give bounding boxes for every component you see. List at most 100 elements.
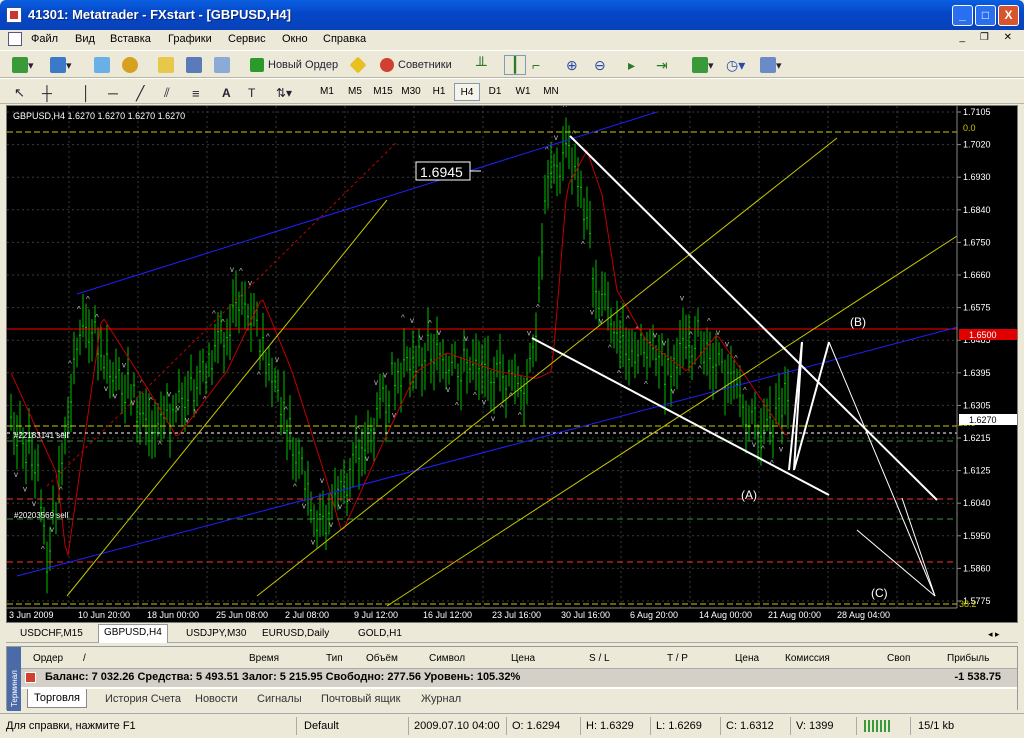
price-chart[interactable]: v v v ^ v ^ ^ ^ ^ ^ v v v v ^ ^ ^ v v v v ^ ^ ^ v ^ v ^ ^ v ^ ^ v v v v v ^ ^ v… bbox=[6, 103, 1018, 623]
terminal-side-label[interactable]: Терминал bbox=[7, 647, 21, 711]
tf-d1[interactable]: D1 bbox=[482, 83, 508, 101]
equidistant-channel-icon[interactable]: ⫽ bbox=[164, 83, 170, 103]
chart-shift-icon[interactable]: ⇥ bbox=[656, 55, 668, 75]
title-bar[interactable]: 41301: Metatrader - FXstart - [GBPUSD,H4… bbox=[0, 0, 1024, 30]
tab-usdchf-m15[interactable]: USDCHF,M15 bbox=[20, 626, 83, 642]
indicators-icon[interactable]: ▾ bbox=[692, 55, 714, 75]
col-sl[interactable]: S / L bbox=[589, 653, 610, 664]
text-label-icon[interactable]: T bbox=[248, 83, 255, 103]
col-order[interactable]: Ордер bbox=[33, 653, 63, 664]
col-volume[interactable]: Объём bbox=[366, 653, 398, 664]
profiles-icon[interactable]: ▾ bbox=[50, 55, 72, 75]
bar-chart-icon[interactable]: ╨ bbox=[476, 55, 487, 75]
vertical-line-icon[interactable]: │ bbox=[82, 83, 91, 103]
menu-tools[interactable]: Сервис bbox=[228, 33, 266, 45]
tester-icon[interactable] bbox=[214, 55, 230, 75]
fractal-mark: v bbox=[230, 265, 234, 274]
tab-usdjpy-m30[interactable]: USDJPY,M30 bbox=[186, 626, 246, 642]
metaeditor-icon[interactable] bbox=[349, 55, 367, 75]
periods-clock-icon[interactable]: ◷▾ bbox=[726, 55, 745, 75]
fractal-mark: ^ bbox=[293, 482, 297, 491]
new-chart-icon[interactable]: ▾ bbox=[12, 55, 34, 75]
candle-chart-icon[interactable]: ┃ bbox=[504, 55, 526, 75]
tf-h1[interactable]: H1 bbox=[426, 83, 452, 101]
time-tick-label: 2 Jul 08:00 bbox=[285, 610, 329, 620]
tf-m1[interactable]: M1 bbox=[314, 83, 340, 101]
tab-mailbox[interactable]: Почтовый ящик bbox=[321, 693, 400, 705]
col-sort[interactable]: / bbox=[83, 653, 86, 664]
navigator-icon[interactable] bbox=[122, 55, 138, 75]
menu-charts[interactable]: Графики bbox=[168, 33, 212, 45]
tabs-scroll-arrows[interactable]: ◂ ▸ bbox=[988, 626, 1000, 642]
tf-m30[interactable]: M30 bbox=[398, 83, 424, 101]
doc-icon[interactable] bbox=[8, 32, 22, 46]
tab-trade[interactable]: Торговля bbox=[27, 689, 87, 708]
menu-insert[interactable]: Вставка bbox=[110, 33, 151, 45]
time-tick-label: 3 Jun 2009 bbox=[9, 610, 54, 620]
fractal-mark: ^ bbox=[428, 319, 432, 328]
tab-news[interactable]: Новости bbox=[195, 693, 238, 705]
text-tool-icon[interactable]: A bbox=[222, 83, 231, 103]
close-button[interactable]: X bbox=[998, 5, 1019, 26]
auto-scroll-icon[interactable]: ▸ bbox=[628, 55, 635, 75]
tf-m5[interactable]: M5 bbox=[342, 83, 368, 101]
col-time[interactable]: Время bbox=[249, 653, 279, 664]
expert-advisors-button[interactable]: Советники bbox=[380, 55, 452, 75]
menu-window[interactable]: Окно bbox=[282, 33, 308, 45]
col-swap[interactable]: Своп bbox=[887, 653, 910, 664]
menu-file[interactable]: Файл bbox=[31, 33, 58, 45]
document-controls[interactable]: _ ❐ ✕ bbox=[960, 32, 1018, 43]
standard-toolbar: ▾ ▾ Новый Ордер Советники ╨ ┃ ⌐ ⊕ ⊖ ▸ ⇥ … bbox=[0, 50, 1024, 78]
templates-icon[interactable]: ▾ bbox=[760, 55, 782, 75]
menu-view[interactable]: Вид bbox=[75, 33, 95, 45]
fractal-mark: ^ bbox=[257, 370, 261, 379]
fractal-mark: v bbox=[302, 502, 306, 511]
cursor-icon[interactable]: ↖ bbox=[14, 83, 25, 103]
time-tick-label: 30 Jul 16:00 bbox=[561, 610, 610, 620]
balance-row[interactable]: Баланс: 7 032.26 Средства: 5 493.51 Зало… bbox=[21, 669, 1017, 687]
col-commission[interactable]: Комиссия bbox=[785, 653, 830, 664]
zoom-out-icon[interactable]: ⊖ bbox=[594, 55, 606, 75]
fractal-mark: ^ bbox=[707, 317, 711, 326]
market-watch-icon[interactable] bbox=[94, 55, 110, 75]
tab-gbpusd-h4[interactable]: GBPUSD,H4 bbox=[98, 624, 168, 643]
tab-journal[interactable]: Журнал bbox=[421, 693, 461, 705]
fractal-mark: v bbox=[680, 294, 684, 303]
menu-help[interactable]: Справка bbox=[323, 33, 366, 45]
tab-eurusd-daily[interactable]: EURUSD,Daily bbox=[262, 626, 329, 642]
fibonacci-icon[interactable]: ≡ bbox=[192, 83, 200, 103]
terminal-icon[interactable] bbox=[186, 55, 202, 75]
col-tp[interactable]: T / P bbox=[667, 653, 688, 664]
status-traffic: 15/1 kb bbox=[918, 720, 955, 732]
zoom-in-icon[interactable]: ⊕ bbox=[566, 55, 578, 75]
tf-m15[interactable]: M15 bbox=[370, 83, 396, 101]
col-price2[interactable]: Цена bbox=[735, 653, 759, 664]
fractal-mark: v bbox=[14, 470, 18, 479]
col-profit[interactable]: Прибыль bbox=[947, 653, 989, 664]
chart-canvas[interactable]: vvv^v^^^^^vvvv^^^vvvv^^^v ^v^^v^^vvvvv ^^v… bbox=[7, 103, 1017, 622]
tf-mn[interactable]: MN bbox=[538, 83, 564, 101]
col-symbol[interactable]: Символ bbox=[429, 653, 465, 664]
tab-gold-h1[interactable]: GOLD,H1 bbox=[358, 626, 402, 642]
fractal-mark: ^ bbox=[158, 440, 162, 449]
price-tick-label: 1.6750 bbox=[963, 237, 991, 247]
horizontal-line-icon[interactable]: ─ bbox=[108, 83, 118, 103]
col-price[interactable]: Цена bbox=[511, 653, 535, 664]
tab-signals[interactable]: Сигналы bbox=[257, 693, 302, 705]
crosshair-icon[interactable]: ┼ bbox=[42, 83, 52, 103]
tab-account-history[interactable]: История Счета bbox=[105, 693, 181, 705]
fractal-mark: ^ bbox=[239, 267, 243, 276]
tf-h4[interactable]: H4 bbox=[454, 83, 480, 101]
time-axis-labels: 3 Jun 2009 10 Jun 20:00 18 Jun 00:00 25 Jun… bbox=[9, 610, 890, 620]
favorites-icon[interactable] bbox=[158, 55, 174, 75]
col-type[interactable]: Тип bbox=[326, 653, 343, 664]
minimize-button[interactable]: _ bbox=[952, 5, 973, 26]
trendline-icon[interactable]: ╱ bbox=[136, 83, 144, 103]
price-tick-label: 1.6660 bbox=[963, 270, 991, 280]
tf-w1[interactable]: W1 bbox=[510, 83, 536, 101]
line-chart-icon[interactable]: ⌐ bbox=[532, 55, 540, 75]
time-tick-label: 28 Aug 04:00 bbox=[837, 610, 890, 620]
maximize-button[interactable]: □ bbox=[975, 5, 996, 26]
arrows-icon[interactable]: ⇅▾ bbox=[276, 83, 292, 103]
new-order-button[interactable]: Новый Ордер bbox=[250, 55, 338, 75]
